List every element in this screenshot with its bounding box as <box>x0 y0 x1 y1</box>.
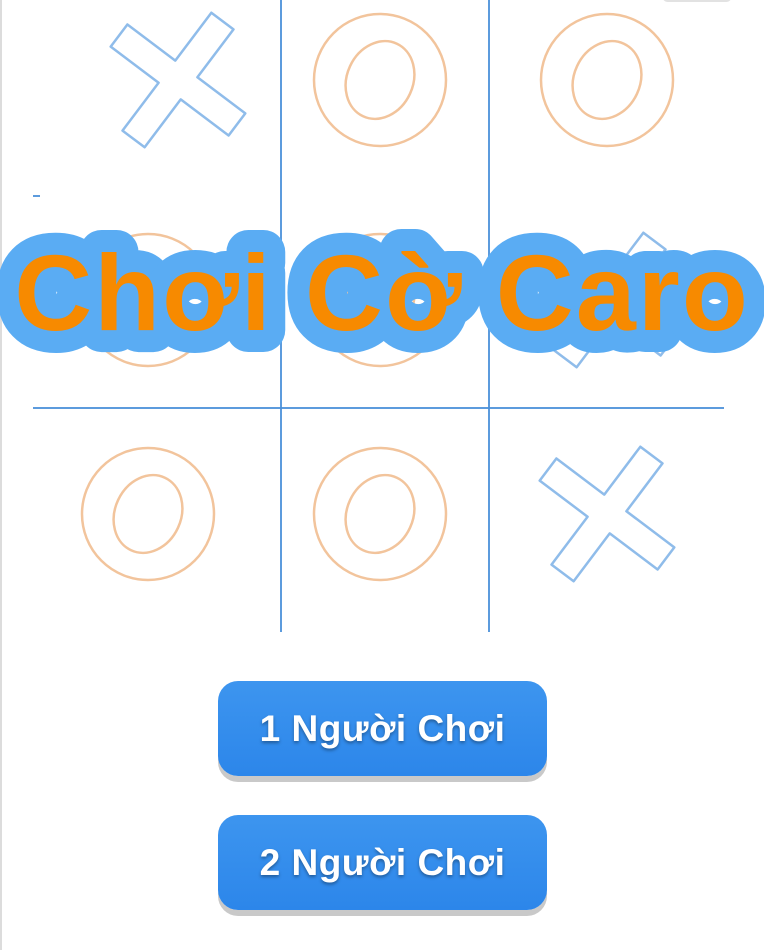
x-mark-icon <box>538 445 676 583</box>
o-mark-inner-icon <box>112 473 184 555</box>
x-mark-icon <box>109 11 247 149</box>
one-player-button[interactable]: 1 Người Chơi <box>218 681 547 776</box>
o-mark-outer-icon <box>312 12 448 148</box>
o-mark-inner-icon <box>571 39 643 121</box>
o-mark-inner-icon <box>344 39 416 121</box>
game-menu-screen: Chơi Cờ Caro Chơi Cờ Caro 1 Người Chơi 2… <box>0 0 764 950</box>
game-title-text: Chơi Cờ Caro <box>14 232 750 353</box>
o-mark-outer-icon <box>312 446 448 582</box>
o-mark-outer-icon <box>539 12 675 148</box>
o-mark-outer-icon <box>80 446 216 582</box>
game-title: Chơi Cờ Caro Chơi Cờ Caro <box>0 205 764 395</box>
two-player-button[interactable]: 2 Người Chơi <box>218 815 547 910</box>
o-mark-inner-icon <box>344 473 416 555</box>
